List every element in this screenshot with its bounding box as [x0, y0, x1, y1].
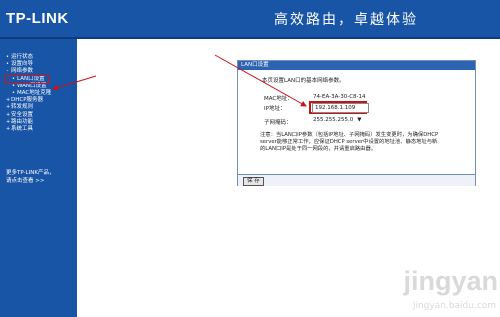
subnet-mask-select[interactable]: 255.255.255.0 ▼ — [313, 117, 361, 123]
panel-footer: 保 存 — [238, 174, 475, 186]
plus-icon: + — [6, 97, 11, 104]
save-button[interactable]: 保 存 — [243, 177, 264, 186]
sidebar-item-system-tools[interactable]: + 系统工具 — [6, 126, 77, 133]
mac-value: 74-EA-3A-30-C8-14 — [313, 94, 366, 100]
watermark-url: jingyan.baidu.com — [412, 301, 496, 311]
panel-body: 本页设置LAN口的基本网络参数。 MAC地址： 74-EA-3A-30-C8-1… — [238, 70, 475, 174]
slogan: 高效路由，卓越体验 — [274, 12, 418, 28]
watermark: jingyan — [403, 266, 498, 296]
sidebar-item-security[interactable]: + 安全设置 — [6, 112, 77, 119]
sidebar: • 运行状态 • 设置向导 - 网络参数 • LAN口设置 • WAN口设置 • MAC地址… — [0, 39, 77, 317]
sidebar-item-wan[interactable]: • WAN口设置 — [6, 83, 77, 90]
subnet-mask-value: 255.255.255.0 — [313, 117, 354, 123]
sidebar-item-lan[interactable]: • LAN口设置 — [5, 74, 49, 84]
panel-title: LAN口设置 — [238, 61, 475, 70]
mac-label: MAC地址： — [264, 96, 293, 102]
bullet-icon: • — [12, 75, 15, 82]
intro-text: 本页设置LAN口的基本网络参数。 — [262, 78, 345, 84]
more-products-link[interactable]: 更多TP-LINK产品， 请点击查看 >> — [6, 170, 54, 185]
note-text: 注意：当LAN口IP参数（包括IP地址、子网掩码）发生变更时，为确保DHCP s… — [260, 132, 439, 153]
sidebar-item-forwarding[interactable]: + 转发规则 — [6, 104, 77, 111]
plus-icon: + — [6, 104, 11, 111]
chevron-down-icon: ▼ — [357, 117, 362, 123]
header-banner: TP-LINK 高效路由，卓越体验 — [0, 0, 500, 39]
lan-settings-panel: LAN口设置 本页设置LAN口的基本网络参数。 MAC地址： 74-EA-3A-… — [237, 60, 476, 186]
plus-icon: + — [6, 111, 11, 118]
ip-address-input[interactable]: 192.168.1.109 — [312, 103, 369, 113]
bullet-icon: • — [6, 54, 9, 60]
mask-label: 子网掩码： — [264, 120, 292, 126]
sidebar-item-network[interactable]: - 网络参数 — [6, 68, 77, 75]
tp-link-logo: TP-LINK — [6, 10, 69, 27]
plus-icon: + — [6, 126, 11, 133]
bullet-icon: • — [6, 61, 9, 68]
plus-icon: + — [6, 118, 11, 125]
minus-icon: - — [6, 68, 9, 75]
sidebar-menu: • 运行状态 • 设置向导 - 网络参数 • LAN口设置 • WAN口设置 • MAC地址… — [0, 39, 77, 133]
sidebar-item-routing[interactable]: + 路由功能 — [6, 119, 77, 126]
ip-label: IP地址： — [264, 106, 286, 112]
bullet-icon: • — [12, 82, 15, 89]
